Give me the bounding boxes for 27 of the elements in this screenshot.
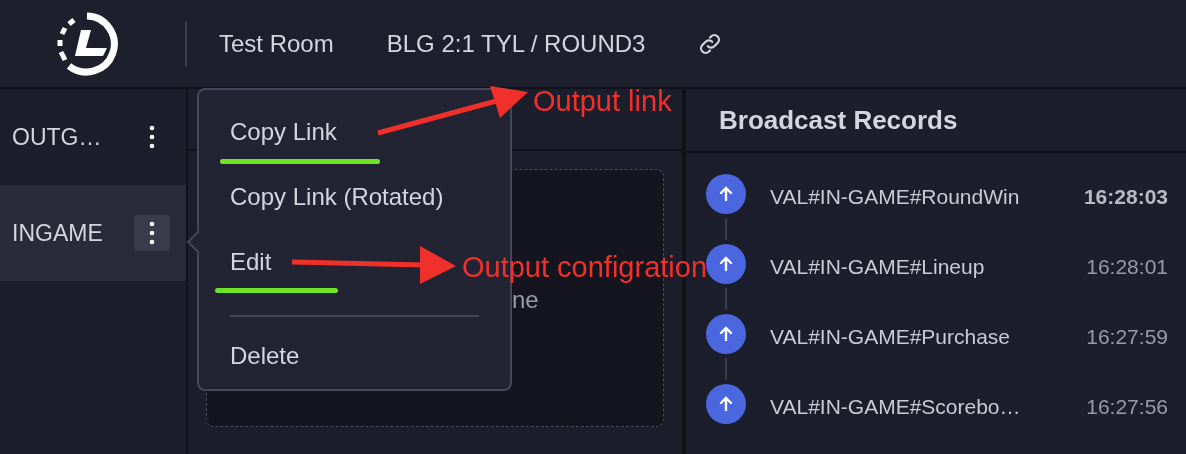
menu-item[interactable]: Copy Link (230, 114, 479, 179)
more-icon (149, 125, 155, 149)
menu-item[interactable]: Delete (230, 323, 479, 388)
upload-icon (706, 244, 746, 284)
item-label: INGAME (12, 218, 103, 248)
record-time: 16:28:03 (1083, 184, 1168, 210)
room-name: Test Room (219, 28, 334, 59)
upload-icon (706, 384, 746, 424)
record-name: VAL#IN-GAME#Lineup (770, 254, 986, 280)
record-name: VAL#IN-GAME#Scorebo… (770, 394, 1022, 420)
record-name: VAL#IN-GAME#RoundWin (770, 184, 1021, 210)
more-button[interactable] (134, 215, 170, 251)
match-title: BLG 2:1 TYL / ROUND3 (386, 28, 646, 59)
item-label: OUTG… (12, 122, 102, 152)
upload-icon (706, 174, 746, 214)
panel-title: Broadcast Records (719, 103, 958, 137)
annotation-text: Output configration (462, 250, 708, 285)
more-icon (149, 221, 155, 245)
upload-icon (706, 314, 746, 354)
record-time: 16:28:01 (1086, 254, 1168, 280)
annotation-text: Output link (533, 84, 672, 119)
menu-item[interactable]: Copy Link (Rotated) (230, 179, 479, 244)
sidebar-item[interactable]: INGAME (0, 185, 186, 281)
record-name: VAL#IN-GAME#Purchase (770, 324, 1012, 350)
record-time: 16:27:56 (1086, 394, 1168, 420)
drop-zone-text: ne (512, 285, 539, 315)
record-time: 16:27:59 (1086, 324, 1168, 350)
